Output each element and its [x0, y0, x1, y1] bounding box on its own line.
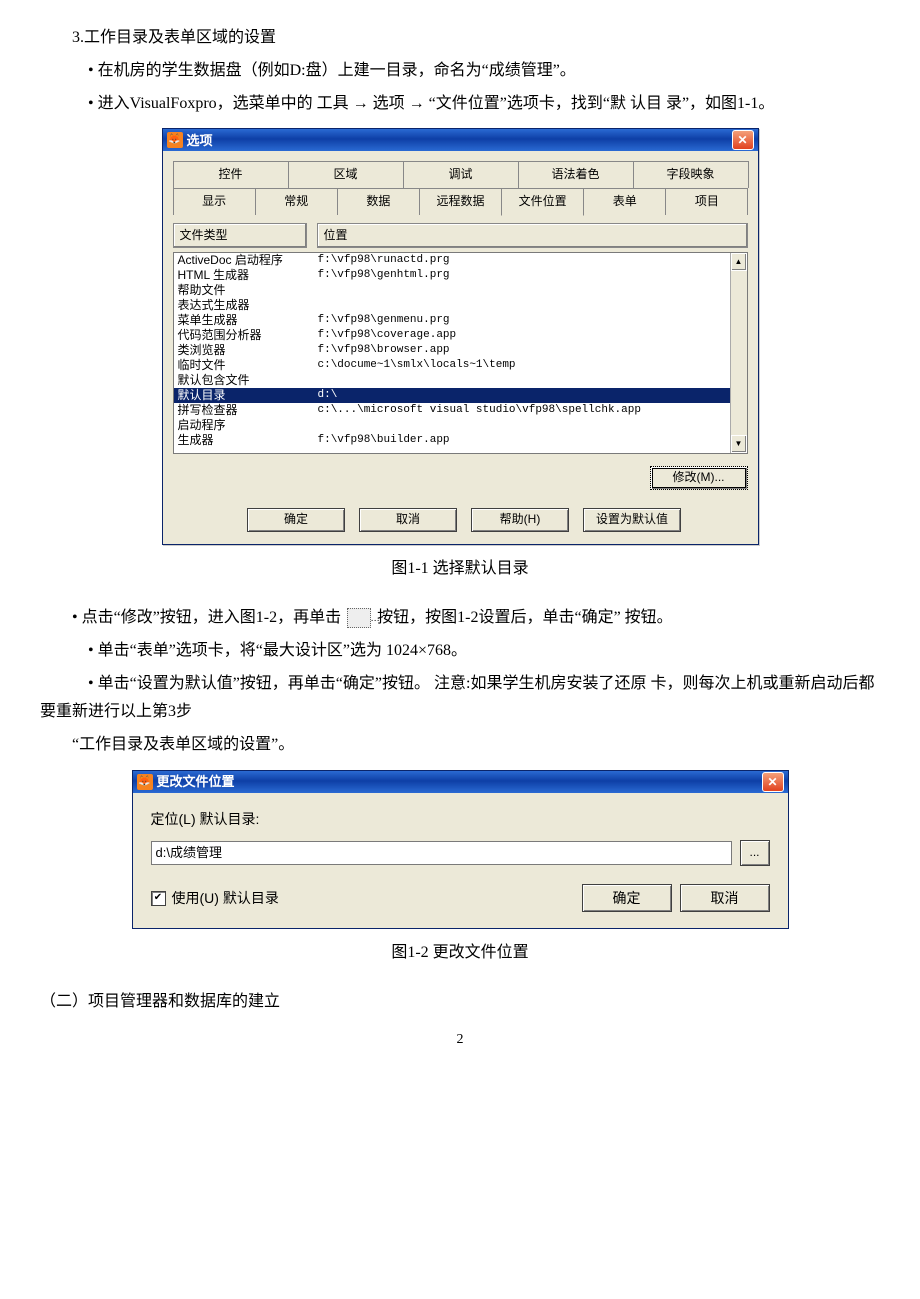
location-cell: c:\docume~1\smlx\locals~1\temp — [318, 358, 726, 373]
titlebar: 🦊 选项 ✕ — [163, 129, 758, 151]
filetype-cell: ActiveDoc 启动程序 — [178, 253, 318, 268]
filetype-cell: 生成器 — [178, 433, 318, 448]
use-default-checkbox[interactable]: ✔ 使用(U) 默认目录 — [151, 886, 279, 911]
tab-filelocation[interactable]: 文件位置 — [501, 188, 584, 216]
filetype-cell: 类浏览器 — [178, 343, 318, 358]
location-cell: f:\vfp98\runactd.prg — [318, 253, 726, 268]
page-number: 2 — [40, 1027, 880, 1052]
location-cell — [318, 373, 726, 388]
tab-controls[interactable]: 控件 — [173, 161, 289, 188]
location-cell: f:\vfp98\genhtml.prg — [318, 268, 726, 283]
filetype-cell: 拼写检查器 — [178, 403, 318, 418]
use-label: 使用(U) 默认目录 — [172, 886, 279, 911]
tab-data[interactable]: 数据 — [337, 188, 420, 215]
tabrow-top: 控件 区域 调试 语法着色 字段映象 — [173, 161, 748, 188]
tab-debug[interactable]: 调试 — [403, 161, 519, 188]
ok-button-2[interactable]: 确定 — [582, 884, 672, 912]
list-row[interactable]: 类浏览器f:\vfp98\browser.app — [174, 343, 730, 358]
filetype-cell: 启动程序 — [178, 418, 318, 433]
list-row[interactable]: HTML 生成器f:\vfp98\genhtml.prg — [174, 268, 730, 283]
location-cell: f:\vfp98\genmenu.prg — [318, 313, 726, 328]
location-cell: c:\...\microsoft visual studio\vfp98\spe… — [318, 403, 726, 418]
filetype-cell: 临时文件 — [178, 358, 318, 373]
list-row[interactable]: 启动程序 — [174, 418, 730, 433]
scroll-up-icon[interactable]: ▲ — [731, 253, 747, 271]
filetype-cell: HTML 生成器 — [178, 268, 318, 283]
section-2-heading: （二）项目管理器和数据库的建立 — [40, 988, 880, 1017]
filetype-cell: 表达式生成器 — [178, 298, 318, 313]
list-row[interactable]: 默认包含文件 — [174, 373, 730, 388]
bullet-2: • 进入VisualFoxpro，选菜单中的 工具 → 选项 → “文件位置”选… — [40, 90, 880, 119]
list-row[interactable]: 临时文件c:\docume~1\smlx\locals~1\temp — [174, 358, 730, 373]
bullet-6: “工作目录及表单区域的设置”。 — [40, 731, 880, 760]
scrollbar[interactable]: ▲ ▼ — [730, 253, 747, 453]
cancel-button-2[interactable]: 取消 — [680, 884, 770, 912]
change-location-dialog: 🦊 更改文件位置 ✕ 定位(L) 默认目录: d:\成绩管理 ... ✔ 使用(… — [132, 770, 789, 929]
filetype-cell: 默认目录 — [178, 388, 318, 403]
list-row[interactable]: 代码范围分析器f:\vfp98\coverage.app — [174, 328, 730, 343]
tab-display[interactable]: 显示 — [173, 188, 256, 215]
titlebar2: 🦊 更改文件位置 ✕ — [133, 771, 788, 793]
list-row[interactable]: 生成器f:\vfp98\builder.app — [174, 433, 730, 448]
location-cell: f:\vfp98\browser.app — [318, 343, 726, 358]
set-default-button[interactable]: 设置为默认值 — [583, 508, 681, 532]
locate-label: 定位(L) 默认目录: — [151, 807, 770, 832]
tab-general[interactable]: 常规 — [255, 188, 338, 215]
figure-1-2-caption: 图1-2 更改文件位置 — [40, 939, 880, 968]
filetype-cell: 代码范围分析器 — [178, 328, 318, 343]
app-icon: 🦊 — [167, 132, 183, 148]
location-cell — [318, 298, 726, 313]
tab-syntax[interactable]: 语法着色 — [518, 161, 634, 188]
col-location[interactable]: 位置 — [317, 223, 748, 249]
location-cell: f:\vfp98\coverage.app — [318, 328, 726, 343]
bullet-3a: • 点击“修改”按钮，进入图1-2，再单击 — [72, 609, 341, 626]
col-filetype[interactable]: 文件类型 — [173, 223, 307, 249]
bullet-3: • 点击“修改”按钮，进入图1-2，再单击 … 按钮，按图1-2设置后，单击“确… — [40, 604, 880, 633]
scroll-down-icon[interactable]: ▼ — [731, 435, 747, 453]
location-cell: f:\vfp98\builder.app — [318, 433, 726, 448]
figure-1-1-caption: 图1-1 选择默认目录 — [40, 555, 880, 584]
tab-project[interactable]: 项目 — [665, 188, 748, 215]
list-row[interactable]: 表达式生成器 — [174, 298, 730, 313]
list-row[interactable]: 菜单生成器f:\vfp98\genmenu.prg — [174, 313, 730, 328]
options-dialog: 🦊 选项 ✕ 控件 区域 调试 语法着色 字段映象 显示 常规 数据 远程数据 … — [162, 128, 759, 545]
modify-button[interactable]: 修改(M)... — [650, 466, 748, 490]
app-icon-2: 🦊 — [137, 774, 153, 790]
ok-button[interactable]: 确定 — [247, 508, 345, 532]
filetype-cell: 帮助文件 — [178, 283, 318, 298]
browse-button[interactable]: ... — [740, 840, 770, 866]
checkbox-icon: ✔ — [151, 891, 166, 906]
list-row[interactable]: ActiveDoc 启动程序f:\vfp98\runactd.prg — [174, 253, 730, 268]
cancel-button[interactable]: 取消 — [359, 508, 457, 532]
list-row[interactable]: 默认目录d:\ — [174, 388, 730, 403]
dialog-title: 选项 — [187, 129, 732, 152]
dialog2-title: 更改文件位置 — [157, 770, 762, 793]
bullet-4: • 单击“表单”选项卡，将“最大设计区”选为 1024×768。 — [40, 637, 880, 666]
list-headers: 文件类型 位置 — [173, 223, 748, 249]
file-listbox[interactable]: ActiveDoc 启动程序f:\vfp98\runactd.prgHTML 生… — [173, 252, 748, 454]
location-cell — [318, 283, 726, 298]
tab-form[interactable]: 表单 — [583, 188, 666, 215]
close-button-2[interactable]: ✕ — [762, 772, 784, 792]
location-cell: d:\ — [318, 388, 726, 403]
bullet-1: • 在机房的学生数据盘（例如D:盘）上建一目录，命名为“成绩管理”。 — [40, 57, 880, 86]
browse-icon: … — [347, 608, 371, 628]
bullet-3b: 按钮，按图1-2设置后，单击“确定” 按钮。 — [377, 609, 673, 626]
path-input[interactable]: d:\成绩管理 — [151, 841, 732, 865]
tab-region[interactable]: 区域 — [288, 161, 404, 188]
help-button[interactable]: 帮助(H) — [471, 508, 569, 532]
bullet-5: • 单击“设置为默认值”按钮，再单击“确定”按钮。 注意:如果学生机房安装了还原… — [40, 670, 880, 728]
location-cell — [318, 418, 726, 433]
tabrow-bottom: 显示 常规 数据 远程数据 文件位置 表单 项目 — [173, 188, 748, 215]
heading-3: 3.工作目录及表单区域的设置 — [40, 24, 880, 53]
list-row[interactable]: 帮助文件 — [174, 283, 730, 298]
tabstrip: 控件 区域 调试 语法着色 字段映象 显示 常规 数据 远程数据 文件位置 表单… — [173, 161, 748, 214]
list-row[interactable]: 拼写检查器c:\...\microsoft visual studio\vfp9… — [174, 403, 730, 418]
tab-fieldmap[interactable]: 字段映象 — [633, 161, 749, 188]
close-button[interactable]: ✕ — [732, 130, 754, 150]
filetype-cell: 菜单生成器 — [178, 313, 318, 328]
filetype-cell: 默认包含文件 — [178, 373, 318, 388]
tab-remote[interactable]: 远程数据 — [419, 188, 502, 215]
